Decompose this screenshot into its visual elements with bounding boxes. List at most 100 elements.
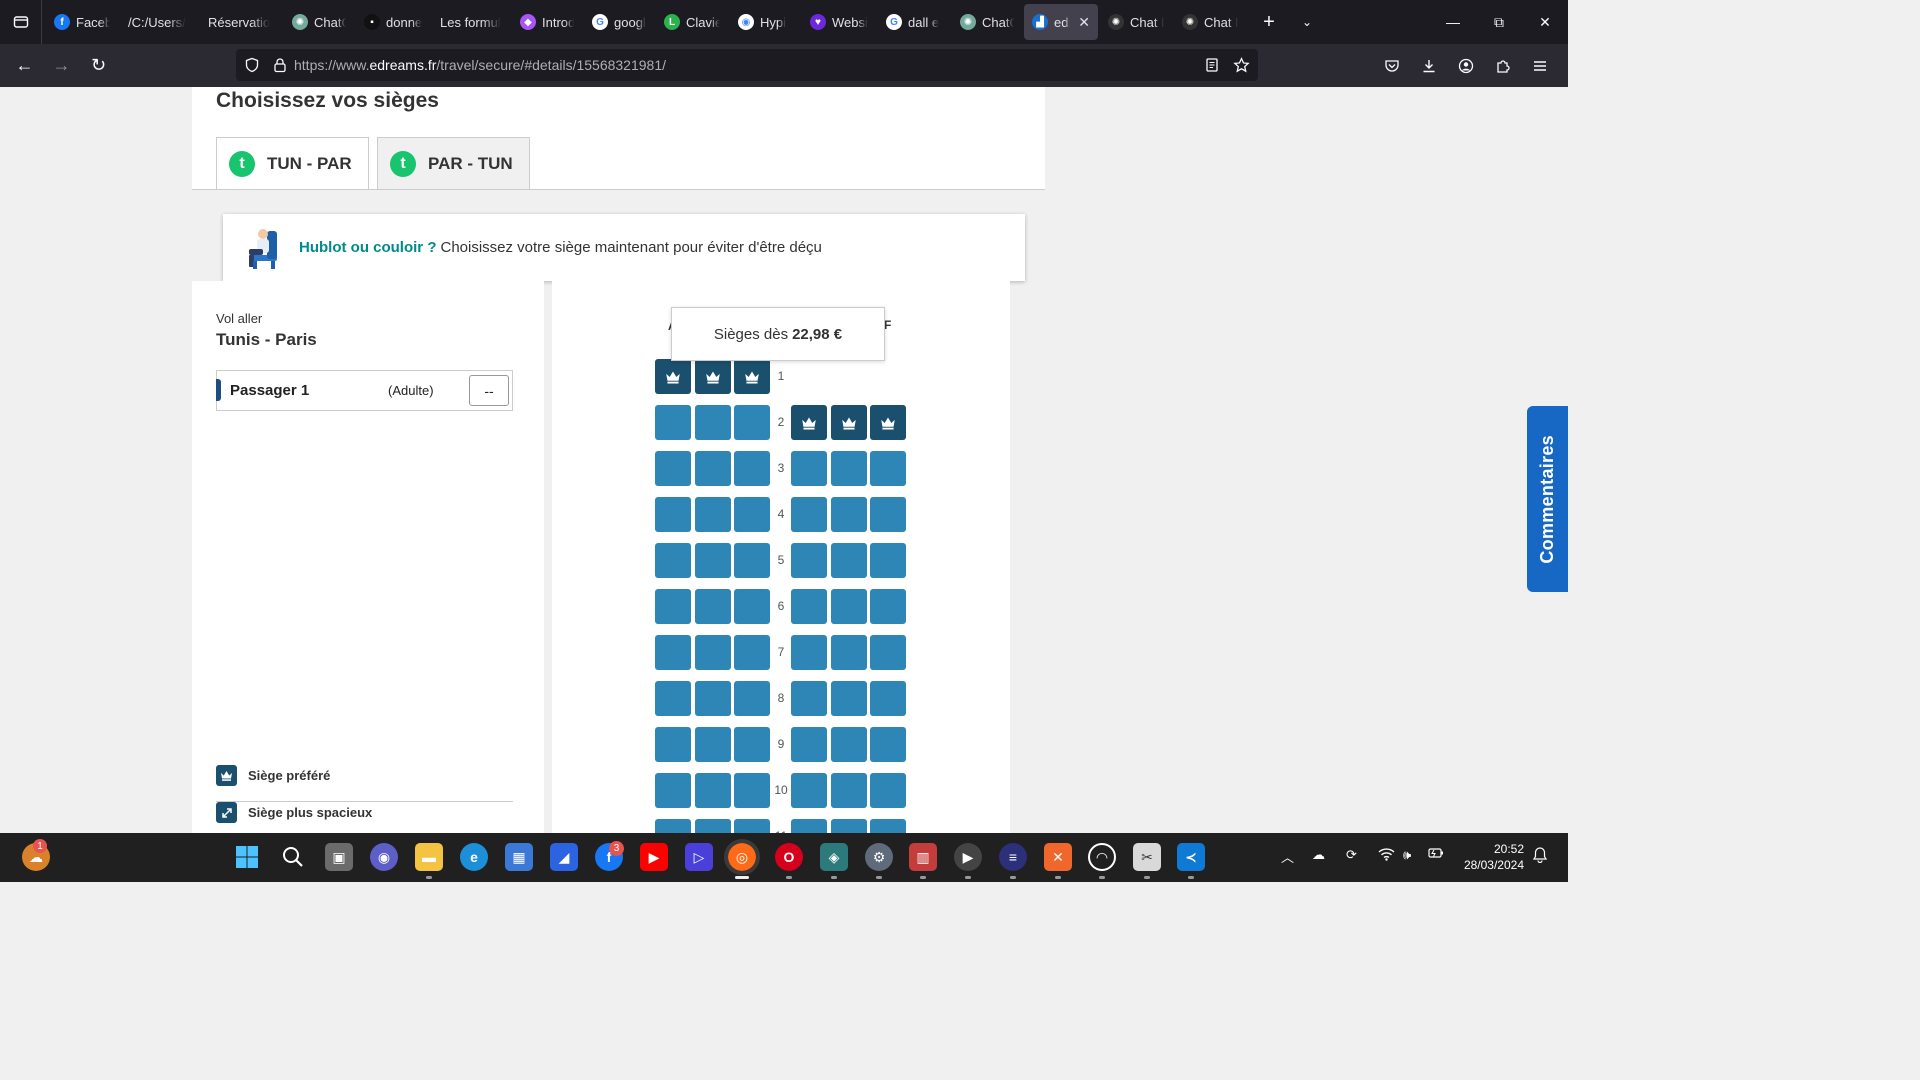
ms-store-icon[interactable]: ▦ — [505, 843, 533, 871]
forward-arrow-icon[interactable]: → — [43, 50, 80, 82]
snipping-tool-icon[interactable]: ✂ — [1133, 843, 1161, 871]
teams-chat-icon[interactable]: ◉ — [370, 843, 398, 871]
seat-1c[interactable] — [734, 359, 770, 394]
notification-bell-icon[interactable] — [1532, 847, 1548, 866]
passenger-row[interactable]: Passager 1 (Adulte) -- — [216, 370, 513, 411]
seat-8d[interactable] — [791, 681, 827, 716]
seat-5d[interactable] — [791, 543, 827, 578]
seat-1a[interactable] — [655, 359, 691, 394]
windows-start-icon[interactable] — [233, 843, 261, 871]
seat-10f[interactable] — [870, 773, 906, 808]
seat-2d[interactable] — [791, 405, 827, 440]
seat-7c[interactable] — [734, 635, 770, 670]
url-bar[interactable]: https://www.edreams.fr/travel/secure/#de… — [236, 49, 1258, 81]
seat-5f[interactable] — [870, 543, 906, 578]
seat-9f[interactable] — [870, 727, 906, 762]
seat-7e[interactable] — [831, 635, 867, 670]
close-window-icon[interactable]: ✕ — [1522, 0, 1568, 44]
seat-2f[interactable] — [870, 405, 906, 440]
seat-8c[interactable] — [734, 681, 770, 716]
seat-2b[interactable] — [695, 405, 731, 440]
minimize-icon[interactable]: — — [1430, 0, 1476, 44]
new-tab-button[interactable]: + — [1254, 11, 1284, 34]
seat-10c[interactable] — [734, 773, 770, 808]
passenger-seat-value[interactable]: -- — [469, 375, 509, 406]
route-tab-return[interactable]: t PAR - TUN — [377, 137, 530, 189]
seat-11d[interactable] — [791, 819, 827, 833]
seat-6d[interactable] — [791, 589, 827, 624]
media-player-icon[interactable]: ▶ — [954, 843, 982, 871]
reader-view-icon[interactable] — [1204, 57, 1220, 73]
shield-icon[interactable] — [244, 57, 260, 73]
close-tab-icon[interactable]: ✕ — [1078, 14, 1090, 31]
seat-6e[interactable] — [831, 589, 867, 624]
seat-1b[interactable] — [695, 359, 731, 394]
seat-3d[interactable] — [791, 451, 827, 486]
cube-app-icon[interactable]: ◈ — [820, 843, 848, 871]
seat-2e[interactable] — [831, 405, 867, 440]
browser-tab[interactable]: Gdall e — [878, 4, 950, 40]
seat-9e[interactable] — [831, 727, 867, 762]
seat-5c[interactable] — [734, 543, 770, 578]
tab-overflow-chevron-icon[interactable]: ⌄ — [1292, 15, 1322, 29]
seat-3a[interactable] — [655, 451, 691, 486]
seat-5e[interactable] — [831, 543, 867, 578]
browser-tab[interactable]: L Clavier — [656, 4, 728, 40]
download-icon[interactable] — [1410, 58, 1447, 74]
sync-icon[interactable]: ⟳ — [1346, 847, 1357, 863]
seat-4f[interactable] — [870, 497, 906, 532]
tab-list-button[interactable] — [0, 0, 42, 44]
menu-hamburger-icon[interactable] — [1521, 58, 1558, 74]
seat-8b[interactable] — [695, 681, 731, 716]
system-clock[interactable]: 20:52 28/03/2024 — [1464, 841, 1524, 873]
seat-7b[interactable] — [695, 635, 731, 670]
pocket-icon[interactable] — [1373, 58, 1410, 74]
xampp-icon[interactable]: ✕ — [1044, 843, 1072, 871]
lock-icon[interactable] — [272, 57, 288, 73]
browser-tab[interactable]: Les formul — [432, 4, 510, 40]
browser-tab[interactable]: /C:/Users/ — [120, 4, 198, 40]
seat-6f[interactable] — [870, 589, 906, 624]
extensions-icon[interactable] — [1484, 58, 1521, 74]
seat-11e[interactable] — [831, 819, 867, 833]
seat-11b[interactable] — [695, 819, 731, 833]
bookmark-star-icon[interactable] — [1233, 56, 1250, 74]
seat-2a[interactable] — [655, 405, 691, 440]
seat-6b[interactable] — [695, 589, 731, 624]
seat-9c[interactable] — [734, 727, 770, 762]
firefox-icon[interactable]: ◎ — [724, 839, 760, 875]
seat-4b[interactable] — [695, 497, 731, 532]
search-icon[interactable] — [279, 843, 307, 871]
feedback-tab[interactable]: Commentaires — [1527, 406, 1568, 592]
browser-tab[interactable]: Ggoogl — [584, 4, 654, 40]
tray-chevron-up-icon[interactable]: ︿ — [1281, 847, 1294, 866]
browser-tab[interactable]: ◆ Introd — [512, 4, 582, 40]
seat-4a[interactable] — [655, 497, 691, 532]
browser-tab[interactable]: Réservatio — [200, 4, 282, 40]
volume-icon[interactable]: 🕪 — [1403, 847, 1411, 863]
seat-3e[interactable] — [831, 451, 867, 486]
seat-7a[interactable] — [655, 635, 691, 670]
seat-4c[interactable] — [734, 497, 770, 532]
eclipse-icon[interactable]: ≡ — [999, 843, 1027, 871]
browser-tab[interactable]: ▟ edr ✕ — [1024, 4, 1098, 40]
vscode-insiders-icon[interactable]: ◢ — [550, 843, 578, 871]
battery-icon[interactable] — [1428, 847, 1444, 862]
browser-tab[interactable]: ✺ Chat E — [1100, 4, 1172, 40]
seat-6c[interactable] — [734, 589, 770, 624]
seat-5a[interactable] — [655, 543, 691, 578]
seat-10e[interactable] — [831, 773, 867, 808]
settings-gear-icon[interactable]: ⚙ — [865, 843, 893, 871]
seat-4d[interactable] — [791, 497, 827, 532]
seat-11c[interactable] — [734, 819, 770, 833]
account-icon[interactable] — [1447, 58, 1484, 74]
restore-icon[interactable]: ⧉ — [1476, 0, 1522, 44]
winrar-icon[interactable]: ▥ — [909, 843, 937, 871]
opera-icon[interactable]: O — [775, 843, 803, 871]
browser-tab[interactable]: ◉ Hypi — [730, 4, 800, 40]
seat-7d[interactable] — [791, 635, 827, 670]
seat-9a[interactable] — [655, 727, 691, 762]
seat-8f[interactable] — [870, 681, 906, 716]
wifi-icon[interactable] — [1378, 847, 1395, 864]
seat-4e[interactable] — [831, 497, 867, 532]
